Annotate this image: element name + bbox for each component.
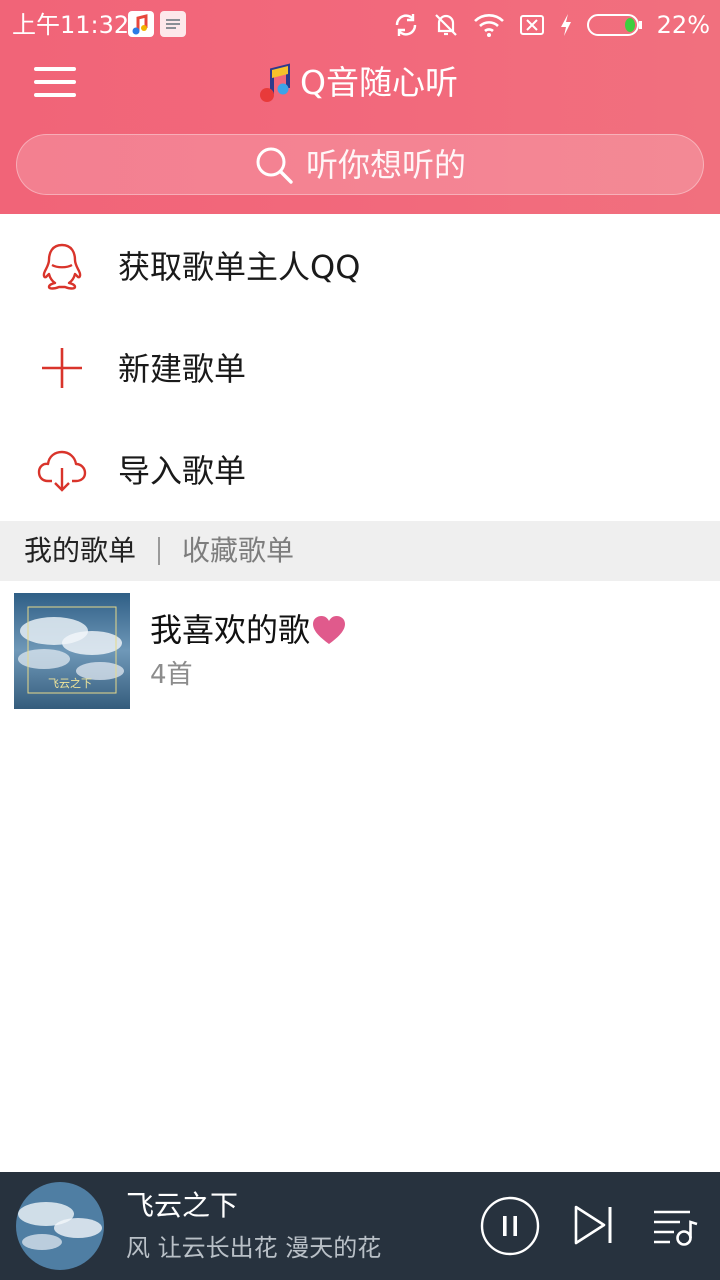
list-item[interactable]: 飞云之下 我喜欢的歌 4首 <box>0 581 720 719</box>
no-sim-icon <box>519 15 544 35</box>
pause-icon <box>480 1196 540 1256</box>
status-bar: 上午11:32 22% <box>0 0 720 50</box>
now-playing-cover[interactable] <box>16 1182 104 1270</box>
pause-button[interactable] <box>480 1196 540 1256</box>
new-playlist-label: 新建歌单 <box>118 350 247 388</box>
search-placeholder: 听你想听的 <box>305 145 466 184</box>
app-title: Q音随心听 <box>258 58 458 108</box>
message-notification-icon <box>160 11 186 37</box>
cover-art-text: 飞云之下 <box>48 676 92 690</box>
heart-icon <box>313 616 345 644</box>
plus-icon <box>42 348 82 388</box>
menu-icon <box>34 67 76 97</box>
tab-divider <box>158 537 161 565</box>
tab-my-playlists[interactable]: 我的歌单 <box>24 531 136 571</box>
mute-bell-icon <box>434 14 457 36</box>
playlist-queue-icon <box>654 1210 698 1246</box>
import-playlist-label: 导入歌单 <box>118 452 247 490</box>
get-playlist-owner-qq-label: 获取歌单主人QQ <box>118 248 361 286</box>
play-queue-button[interactable] <box>650 1204 700 1250</box>
playlist-title: 我喜欢的歌 <box>150 611 311 649</box>
charging-icon <box>560 14 571 36</box>
song-title: 飞云之下 <box>126 1189 239 1222</box>
cloud-download-icon <box>37 450 87 492</box>
status-icons: 22% <box>393 8 710 42</box>
playlist-cover: 飞云之下 <box>14 593 130 709</box>
playlist-tabs: 我的歌单 收藏歌单 <box>0 521 720 581</box>
status-time: 上午11:32 <box>12 11 130 39</box>
wifi-icon <box>473 14 504 37</box>
import-playlist-button[interactable]: 导入歌单 <box>0 418 720 520</box>
skip-next-icon <box>574 1205 612 1245</box>
qq-music-notification-icon <box>128 11 154 37</box>
search-icon <box>256 147 293 184</box>
tab-favorite-playlists[interactable]: 收藏歌单 <box>182 531 294 571</box>
new-playlist-button[interactable]: 新建歌单 <box>0 316 720 418</box>
app-header: 上午11:32 22% Q音随心听 听你想听的 <box>0 0 720 214</box>
battery-icon <box>586 14 642 36</box>
app-title-text: Q音随心听 <box>300 63 458 102</box>
playlist-actions: 获取歌单主人QQ 新建歌单 导入歌单 <box>0 214 720 520</box>
battery-percent: 22% <box>656 11 710 39</box>
now-playing-bar[interactable]: 飞云之下 风 让云长出花 漫天的花 <box>0 1172 720 1280</box>
qq-penguin-icon <box>42 243 82 290</box>
get-playlist-owner-qq-button[interactable]: 获取歌单主人QQ <box>0 214 720 316</box>
search-bar[interactable]: 听你想听的 <box>16 134 704 195</box>
playlist-song-count: 4首 <box>150 660 193 690</box>
hamburger-menu-button[interactable] <box>30 62 80 102</box>
song-lyric: 风 让云长出花 漫天的花 <box>126 1234 382 1262</box>
sync-icon <box>395 14 416 36</box>
music-note-logo-icon <box>260 63 290 102</box>
next-track-button[interactable] <box>570 1202 616 1248</box>
